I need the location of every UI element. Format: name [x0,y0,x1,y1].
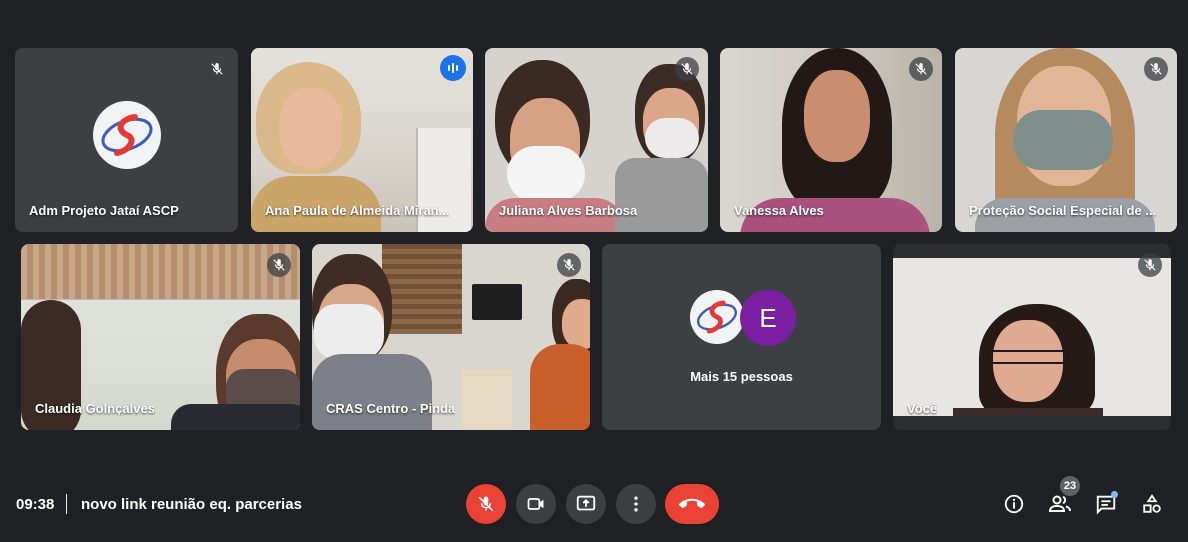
present-icon [576,495,596,511]
participant-name: Juliana Alves Barbosa [499,203,638,218]
meeting-details-button[interactable] [1000,490,1028,518]
participant-name: Adm Projeto Jataí ASCP [29,203,179,218]
participant-tile-cras-centro[interactable]: CRAS Centro - Pinda [312,244,590,430]
people-button[interactable]: 23 [1046,476,1080,518]
more-options-button[interactable] [616,484,656,524]
mic-off-icon [267,253,291,277]
info-icon [1004,494,1024,514]
activities-button[interactable] [1138,490,1166,518]
participant-name: Você [907,401,938,416]
leave-call-button[interactable] [665,484,719,524]
mic-off-icon [1144,57,1168,81]
mic-toggle-button[interactable] [466,484,506,524]
camera-icon [527,498,544,510]
participant-tile-juliana[interactable]: Juliana Alves Barbosa [485,48,708,232]
camera-toggle-button[interactable] [516,484,556,524]
mic-off-icon [909,57,933,81]
participant-count-badge: 23 [1060,476,1080,496]
divider [66,494,67,514]
speaking-indicator-icon [440,55,466,81]
participant-name: Ana Paula de Almeida Miran... [265,203,450,218]
present-screen-button[interactable] [566,484,606,524]
more-participants-tile[interactable]: E Mais 15 pessoas [602,244,881,430]
participant-name: Vanessa Alves [734,203,824,218]
participant-tile-ana-paula[interactable]: Ana Paula de Almeida Miran... [251,48,473,232]
more-vert-icon [634,496,638,512]
meeting-title: novo link reunião eq. parcerias [81,496,302,513]
bottom-control-bar: 09:38 novo link reunião eq. parcerias 23 [0,470,1188,542]
chat-button[interactable] [1092,490,1120,518]
mic-off-icon [1138,253,1162,277]
more-participants-label: Mais 15 pessoas [690,369,793,384]
participant-tile-adm-projeto[interactable]: Adm Projeto Jataí ASCP [15,48,238,232]
mic-off-icon [557,253,581,277]
participant-tile-protecao-social[interactable]: Proteção Social Especial de ... [955,48,1177,232]
mic-off-icon [478,496,494,512]
mic-off-icon [205,57,229,81]
participant-name: Claudia Golnçalves [35,401,155,416]
organization-logo [92,101,161,169]
avatar: E [740,290,796,346]
meeting-time: 09:38 [16,496,55,513]
participant-name: CRAS Centro - Pinda [326,401,456,416]
unread-dot [1111,491,1118,498]
mic-off-icon [675,57,699,81]
participant-name: Proteção Social Especial de ... [969,203,1157,218]
logo-s-icon [101,114,152,156]
participant-tile-self[interactable]: Você [893,244,1171,430]
logo-s-icon [696,300,738,334]
call-end-icon [679,498,705,509]
activities-icon [1143,494,1161,513]
organization-logo [690,290,744,344]
participant-tile-claudia[interactable]: Claudia Golnçalves [21,244,300,430]
participant-tile-vanessa[interactable]: Vanessa Alves [720,48,942,232]
